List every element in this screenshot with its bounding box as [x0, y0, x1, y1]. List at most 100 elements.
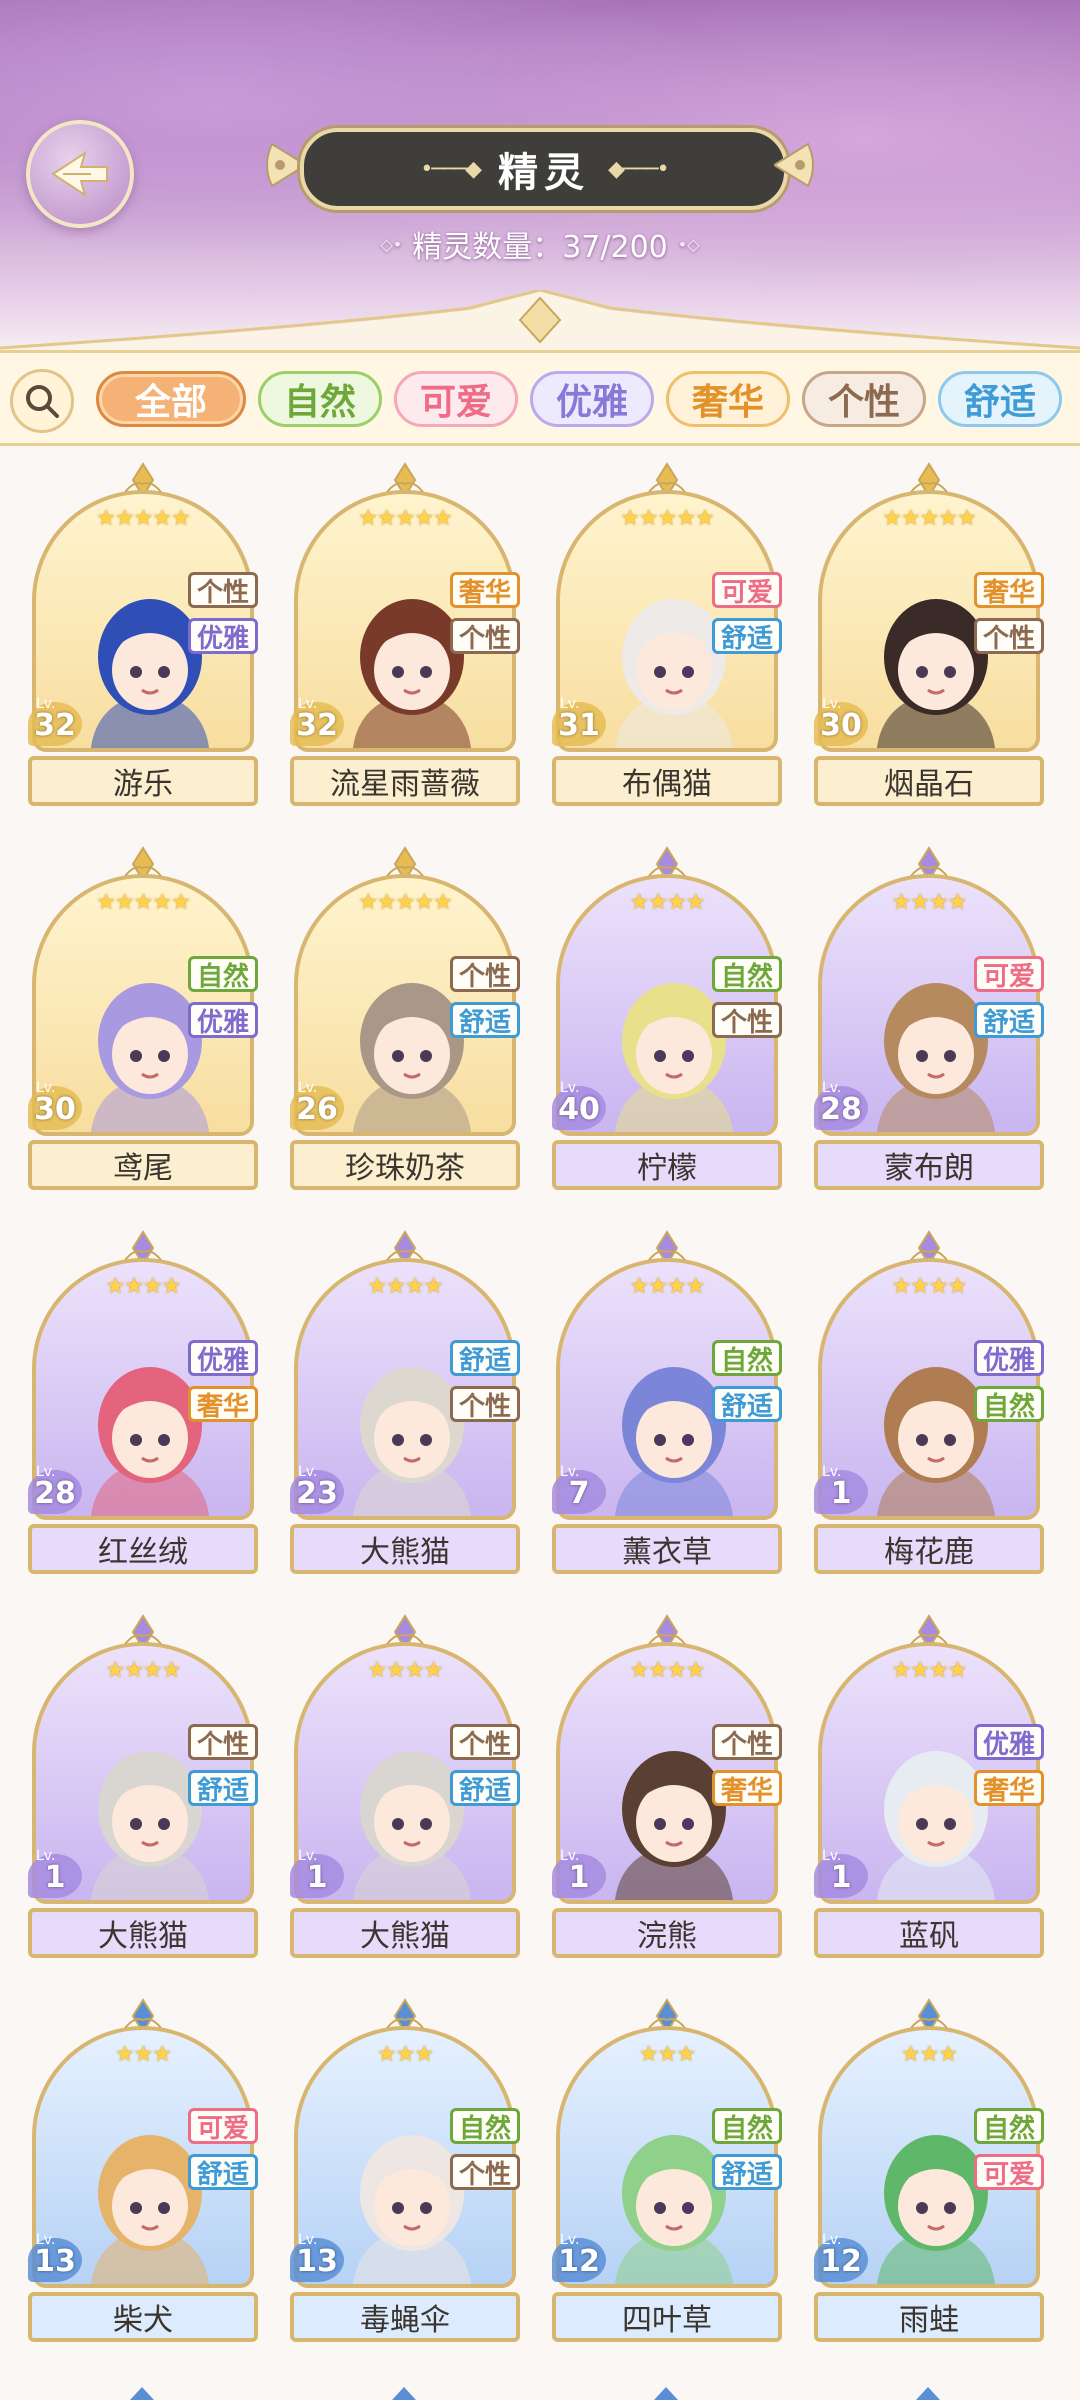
- spirit-name: 毒蝇伞: [290, 2292, 520, 2342]
- filter-chip[interactable]: 全部: [96, 371, 246, 427]
- spirit-name: 蓝矾: [814, 1908, 1044, 1958]
- level-value: 1: [830, 1860, 852, 1895]
- spirit-card[interactable]: ★★★★ 个性 舒适 Lv. 1 大熊猫: [28, 1614, 258, 1962]
- search-icon: [26, 385, 59, 418]
- trait-tag: 优雅: [974, 1724, 1044, 1760]
- spirit-name: 游乐: [28, 756, 258, 806]
- level-badge: Lv. 12: [814, 2230, 868, 2286]
- level-badge: Lv. 13: [290, 2230, 344, 2286]
- star-rating: ★★★★★: [358, 890, 453, 915]
- trait-tag: 舒适: [712, 2154, 782, 2190]
- filter-chip[interactable]: 自然: [258, 371, 382, 427]
- spirit-count-label: 精灵数量：37/200: [412, 230, 668, 265]
- spirit-card[interactable]: ★★★★ 自然 个性 Lv. 40 柠檬: [552, 846, 782, 1194]
- trait-tag: 可爱: [712, 572, 782, 608]
- level-badge: Lv. 1: [814, 1846, 868, 1902]
- search-button[interactable]: [10, 369, 74, 433]
- level-value: 30: [34, 1092, 76, 1127]
- level-badge: Lv. 28: [28, 1462, 82, 1518]
- trait-tag: 舒适: [712, 618, 782, 654]
- title-ornament-left: •───◆: [420, 156, 482, 182]
- trait-tag: 个性: [974, 618, 1044, 654]
- star-rating: ★★★★: [105, 1274, 182, 1299]
- trait-tag: 舒适: [450, 1770, 520, 1806]
- count-ornament-right-icon: •◇: [677, 234, 700, 254]
- spirit-name: 柠檬: [552, 1140, 782, 1190]
- trait-tag: 可爱: [188, 2108, 258, 2144]
- level-badge: Lv. 7: [552, 1462, 606, 1518]
- trait-tag: 舒适: [712, 1386, 782, 1422]
- filter-chip[interactable]: 可爱: [394, 371, 518, 427]
- back-button[interactable]: [26, 120, 134, 228]
- spirit-name: 薰衣草: [552, 1524, 782, 1574]
- header-banner: •───◆ 精灵 ◆───• ◇• 精灵数量：37/200 •◇: [0, 0, 1080, 350]
- spirit-card[interactable]: ★★★★ 个性 奢华 Lv. 1 浣熊: [552, 1614, 782, 1962]
- level-badge: Lv. 30: [814, 694, 868, 750]
- spirit-card[interactable]: ★★★★ 可爱 舒适 Lv. 28 蒙布朗: [814, 846, 1044, 1194]
- spirit-card[interactable]: ★★★★ 优雅奢华 Lv. 28 红丝绒: [28, 1230, 258, 1578]
- trait-tag: 奢华: [188, 1386, 258, 1422]
- level-value: 32: [296, 708, 338, 743]
- next-row-peek: [130, 2387, 940, 2400]
- level-badge: Lv. 32: [290, 694, 344, 750]
- back-arrow-icon: [51, 150, 108, 198]
- spirit-name: 烟晶石: [814, 756, 1044, 806]
- filter-chip[interactable]: 优雅: [530, 371, 654, 427]
- star-rating: ★★★: [638, 2042, 696, 2067]
- spirit-card[interactable]: ★★★★ 优雅 自然 Lv. 1 梅花鹿: [814, 1230, 1044, 1578]
- spirit-card[interactable]: ★★★★★ 个性 优雅 Lv. 32 游乐: [28, 462, 258, 810]
- trait-tag: 优雅: [188, 1340, 258, 1376]
- level-value: 32: [34, 708, 76, 743]
- trait-tag: 个性: [450, 1724, 520, 1760]
- spirit-name: 梅花鹿: [814, 1524, 1044, 1574]
- filter-bar: 全部 自然 可爱 优雅 奢华 个性 舒适: [0, 350, 1080, 446]
- star-rating: ★★★★: [891, 1658, 968, 1683]
- trait-tag: 舒适: [450, 1340, 520, 1376]
- spirit-name: 红丝绒: [28, 1524, 258, 1574]
- spirit-card[interactable]: ★★★★ 舒适 个性 Lv. 23 大熊猫: [290, 1230, 520, 1578]
- spirit-name: 流星雨蔷薇: [290, 756, 520, 806]
- level-badge: Lv. 26: [290, 1078, 344, 1134]
- header-divider-ornament: [0, 290, 1080, 350]
- trait-tag: 个性: [450, 618, 520, 654]
- spirit-name: 蒙布朗: [814, 1140, 1044, 1190]
- level-value: 1: [568, 1860, 590, 1895]
- spirit-name: 四叶草: [552, 2292, 782, 2342]
- spirit-card[interactable]: ★★★ 自然 舒适 Lv. 12 四叶草: [552, 1998, 782, 2346]
- spirit-card[interactable]: ★★★ 可爱 舒适 Lv. 13 柴犬: [28, 1998, 258, 2346]
- level-badge: Lv. 13: [28, 2230, 82, 2286]
- spirit-name: 大熊猫: [290, 1524, 520, 1574]
- spirit-name: 柴犬: [28, 2292, 258, 2342]
- level-badge: Lv. 23: [290, 1462, 344, 1518]
- level-value: 7: [568, 1476, 590, 1511]
- level-badge: Lv. 40: [552, 1078, 606, 1134]
- level-badge: Lv. 31: [552, 694, 606, 750]
- spirit-card[interactable]: ★★★★★ 奢华 个性 Lv. 32 流星雨蔷薇: [290, 462, 520, 810]
- spirit-card[interactable]: ★★★ 自然 个性 Lv. 13 毒蝇伞: [290, 1998, 520, 2346]
- spirit-card[interactable]: ★★★★ 自然 舒适 Lv. 7 薰衣草: [552, 1230, 782, 1578]
- trait-tag: 优雅: [188, 618, 258, 654]
- trait-tag: 优雅: [188, 1002, 258, 1038]
- spirit-card[interactable]: ★★★★ 个性 舒适 Lv. 1 大熊猫: [290, 1614, 520, 1962]
- spirit-card[interactable]: ★★★ 自然 可爱 Lv. 12 雨蛙: [814, 1998, 1044, 2346]
- star-rating: ★★★★: [629, 1658, 706, 1683]
- spirit-name: 雨蛙: [814, 2292, 1044, 2342]
- star-rating: ★★★★★: [620, 506, 715, 531]
- filter-chip[interactable]: 舒适: [938, 371, 1062, 427]
- level-value: 12: [558, 2244, 600, 2279]
- star-rating: ★★★: [900, 2042, 958, 2067]
- spirit-card[interactable]: ★★★★★ 个性 舒适 Lv. 26 珍珠奶茶: [290, 846, 520, 1194]
- trait-tag: 自然: [712, 956, 782, 992]
- filter-chip[interactable]: 个性: [802, 371, 926, 427]
- trait-tag: 可爱: [974, 956, 1044, 992]
- spirit-count: ◇• 精灵数量：37/200 •◇: [340, 222, 740, 266]
- level-value: 1: [44, 1860, 66, 1895]
- star-rating: ★★★★★: [96, 506, 191, 531]
- spirit-card[interactable]: ★★★★★ 可爱 舒适 Lv. 31 布偶猫: [552, 462, 782, 810]
- star-rating: ★★★★★: [358, 506, 453, 531]
- filter-chip[interactable]: 奢华: [666, 371, 790, 427]
- spirit-card[interactable]: ★★★★ 优雅 奢华 Lv. 1 蓝矾: [814, 1614, 1044, 1962]
- spirit-card[interactable]: ★★★★★ 自然 优雅 Lv. 30 鸢尾: [28, 846, 258, 1194]
- spirit-card[interactable]: ★★★★★ 奢华 个性 Lv. 30 烟晶石: [814, 462, 1044, 810]
- star-rating: ★★★★: [367, 1274, 444, 1299]
